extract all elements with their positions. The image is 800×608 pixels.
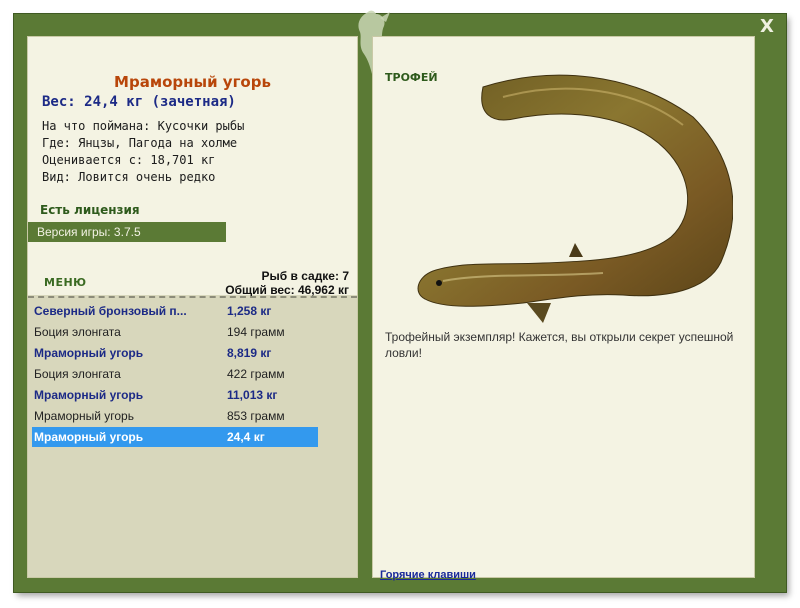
fish-name-title: Мраморный угорь [114,73,271,91]
catch-fish-name: Северный бронзовый п... [34,304,187,318]
catch-fish-weight: 24,4 кг [227,430,265,444]
catch-fish-name: Мраморный угорь [34,409,134,423]
catch-list-row[interactable]: Северный бронзовый п... 1,258 кг [32,301,318,321]
catch-fish-name: Боция элонгата [34,325,121,339]
menu-button[interactable]: МЕНЮ [44,276,87,289]
catch-fish-weight: 853 грамм [227,409,285,423]
fish-info-window: X Мраморный угорь Вес: 24,4 кг (зачетная… [14,10,786,592]
value-info: Оценивается с: 18,701 кг [42,153,216,167]
catch-fish-name: Боция элонгата [34,367,121,381]
catch-fish-weight: 422 грамм [227,367,285,381]
catch-fish-name: Мраморный угорь [34,388,144,402]
fish-weight: Вес: 24,4 кг (зачетная) [42,94,236,110]
keepnet-count: Рыб в садке: 7 [261,269,349,283]
trophy-panel: ТРОФЕЙ Трофейный экземпляр! Кажется, вы … [372,36,755,581]
keepnet-total-weight: Общий вес: 46,962 кг [225,283,349,297]
location-info: Где: Янцзы, Пагода на холме [42,136,238,150]
catch-list-row[interactable]: Мраморный угорь 853 грамм [32,406,318,426]
catch-fish-weight: 11,013 кг [227,388,278,402]
rarity-info: Вид: Ловится очень редко [42,170,216,184]
hotkeys-link[interactable]: Горячие клавиши [380,569,476,581]
catch-fish-weight: 8,819 кг [227,346,272,360]
catch-list-row[interactable]: Боция элонгата 422 грамм [32,364,318,384]
bait-info: На что поймана: Кусочки рыбы [42,119,245,133]
catch-fish-weight: 1,258 кг [227,304,272,318]
catch-fish-weight: 194 грамм [227,325,285,339]
catch-fish-name: Мраморный угорь [34,346,144,360]
fish-details-panel: Мраморный угорь Вес: 24,4 кг (зачетная) … [27,36,358,578]
catch-list-row[interactable]: Мраморный угорь 24,4 кг [32,427,318,447]
license-status: Есть лицензия [40,203,140,217]
game-version-bar: Версия игры: 3.7.5 [28,222,226,242]
close-button[interactable]: X [756,16,778,38]
catch-list-row[interactable]: Мраморный угорь 11,013 кг [32,385,318,405]
catch-list-row[interactable]: Мраморный угорь 8,819 кг [32,343,318,363]
trophy-message: Трофейный экземпляр! Кажется, вы открыли… [385,330,734,360]
catch-list-row[interactable]: Боция элонгата 194 грамм [32,322,318,342]
catch-fish-name: Мраморный угорь [34,430,144,444]
marbled-eel-image [417,74,733,323]
divider [28,296,357,298]
